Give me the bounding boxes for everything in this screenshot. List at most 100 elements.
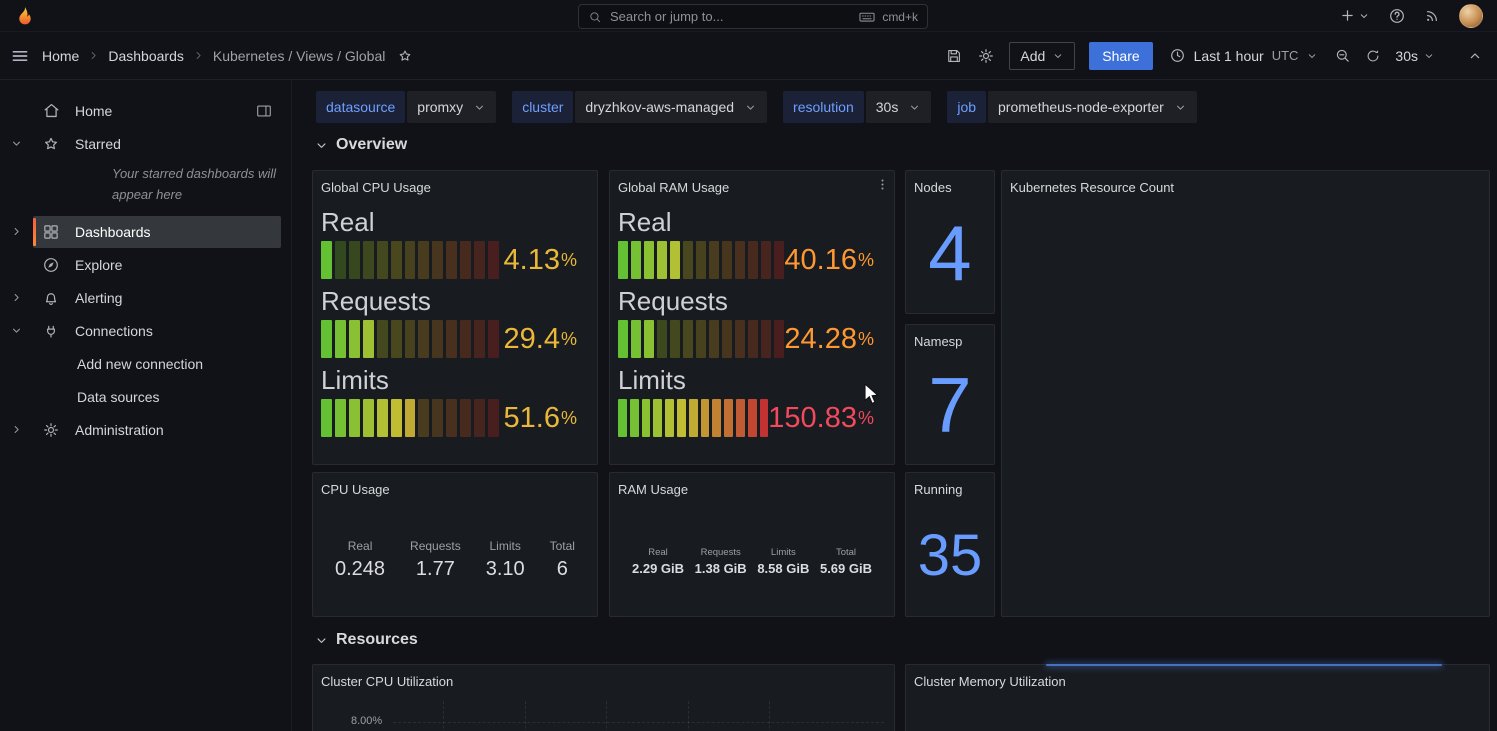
sidebar-item-dashboards[interactable]: Dashboards	[33, 216, 281, 248]
keyboard-icon	[858, 8, 876, 26]
panel-title-text: CPU Usage	[321, 482, 390, 497]
panel-title[interactable]: Global RAM Usage	[610, 171, 894, 199]
stat-value-namespaces: 7	[906, 353, 994, 458]
bar-gauge	[618, 241, 784, 279]
caret-down-icon	[1174, 101, 1187, 114]
sidebar: Home Starred Your starred dashboards wil…	[0, 80, 291, 731]
chevron-down-icon	[314, 138, 329, 153]
refresh-button[interactable]	[1365, 48, 1381, 64]
gauge-value: 4.13%	[499, 241, 577, 279]
sidebar-item-label: Data sources	[77, 389, 159, 405]
panel-cluster-memory-utilization: Cluster Memory Utilization	[905, 664, 1490, 731]
variable-cluster-dropdown[interactable]: dryzhkov-aws-managed	[575, 91, 767, 123]
sidebar-item-label: Administration	[75, 422, 164, 438]
panel-title-text: RAM Usage	[618, 482, 688, 497]
breadcrumb-current: Kubernetes / Views / Global	[213, 48, 386, 64]
caret-down-icon	[1306, 50, 1318, 62]
chevron-down-icon	[10, 324, 23, 337]
panel-title[interactable]: Nodes	[906, 171, 994, 199]
news-button[interactable]	[1424, 7, 1441, 24]
gauge-value: 29.4%	[499, 320, 577, 358]
refresh-interval-picker[interactable]: 30s	[1395, 48, 1435, 64]
panel-title[interactable]: Cluster CPU Utilization	[313, 665, 894, 693]
panel-title-text: Cluster CPU Utilization	[321, 674, 453, 689]
panel-title[interactable]: Running	[906, 473, 994, 501]
expand-administration-button[interactable]	[0, 423, 33, 436]
chevron-right-icon	[10, 291, 23, 304]
stat-label: Requests	[410, 539, 461, 553]
variable-job: job prometheus-node-exporter	[947, 91, 1196, 123]
new-menu-button[interactable]	[1339, 7, 1370, 24]
variable-datasource: datasource promxy	[316, 91, 496, 123]
gauge-value: 40.16%	[784, 241, 874, 279]
sidebar-item-connections[interactable]: Connections	[33, 315, 281, 347]
variable-job-dropdown[interactable]: prometheus-node-exporter	[988, 91, 1197, 123]
mega-menu-button[interactable]	[10, 46, 30, 66]
variable-value: 30s	[876, 99, 899, 115]
stat-value: 6	[550, 558, 575, 581]
gauge-value: 150.83%	[768, 399, 874, 437]
add-panel-button[interactable]: Add	[1009, 42, 1075, 70]
collapse-starred-button[interactable]	[0, 137, 33, 150]
variable-value: dryzhkov-aws-managed	[585, 99, 734, 115]
share-button[interactable]: Share	[1089, 42, 1152, 70]
search-input[interactable]: Search or jump to... cmd+k	[578, 4, 928, 29]
time-range-picker[interactable]: Last 1 hour UTC	[1167, 47, 1321, 64]
panel-title-text: Nodes	[914, 180, 952, 195]
user-avatar[interactable]	[1459, 4, 1483, 28]
panel-menu-button[interactable]	[875, 177, 890, 192]
zoom-out-icon	[1334, 47, 1351, 64]
grafana-logo-icon[interactable]	[14, 5, 36, 27]
stats-row: Real0.248 Requests1.77 Limits3.10 Total6	[335, 539, 575, 581]
gridline	[393, 722, 884, 723]
panel-title[interactable]: RAM Usage	[610, 473, 894, 501]
chevron-down-icon	[314, 633, 329, 648]
panel-title[interactable]: Global CPU Usage	[313, 171, 597, 199]
stat-value-running: 35	[906, 501, 994, 610]
gauge-label: Requests	[618, 282, 874, 320]
panel-namespaces: Namesp 7	[905, 324, 995, 465]
variable-resolution-dropdown[interactable]: 30s	[866, 91, 932, 123]
panel-title[interactable]: Cluster Memory Utilization	[906, 665, 1489, 693]
help-button[interactable]	[1388, 7, 1406, 25]
variable-value: prometheus-node-exporter	[998, 99, 1164, 115]
sidebar-item-starred[interactable]: Starred	[33, 128, 281, 160]
caret-down-icon	[744, 101, 757, 114]
dashboard-settings-button[interactable]	[977, 47, 995, 65]
save-dashboard-button[interactable]	[945, 47, 963, 65]
gauge-label: Real	[618, 203, 874, 241]
sidebar-item-administration[interactable]: Administration	[33, 414, 281, 446]
sidebar-item-explore[interactable]: Explore	[33, 249, 281, 281]
sidebar-item-add-new-connection[interactable]: Add new connection	[33, 348, 281, 380]
stat-label: Limits	[757, 547, 809, 558]
section-row-overview[interactable]: Overview	[314, 136, 407, 154]
collapse-toolbar-button[interactable]	[1467, 48, 1483, 64]
sidebar-item-alerting[interactable]: Alerting	[33, 282, 281, 314]
top-navbar: Search or jump to... cmd+k	[0, 0, 1497, 32]
panel-title[interactable]: CPU Usage	[313, 473, 597, 501]
collapse-connections-button[interactable]	[0, 324, 33, 337]
panel-global-ram-usage: Global RAM Usage Real 40.16% Requests 24…	[609, 170, 895, 465]
breadcrumb-home[interactable]: Home	[42, 48, 79, 64]
sidebar-item-home[interactable]: Home	[33, 95, 281, 127]
panel-title-text: Namesp	[914, 334, 962, 349]
gauge-value: 24.28%	[784, 320, 874, 358]
zoom-out-time-button[interactable]	[1334, 47, 1351, 64]
dock-sidebar-button[interactable]	[255, 102, 273, 120]
caret-down-icon	[1423, 50, 1435, 62]
section-row-resources[interactable]: Resources	[314, 631, 418, 649]
sidebar-item-data-sources[interactable]: Data sources	[33, 381, 281, 413]
time-range-label: Last 1 hour	[1194, 48, 1264, 64]
breadcrumb-dashboards[interactable]: Dashboards	[108, 48, 184, 64]
expand-alerting-button[interactable]	[0, 291, 33, 304]
variable-datasource-dropdown[interactable]: promxy	[407, 91, 496, 123]
panel-title[interactable]: Kubernetes Resource Count	[1002, 171, 1489, 199]
sidebar-item-label: Explore	[75, 257, 122, 273]
expand-dashboards-button[interactable]	[0, 225, 33, 238]
stat-value: 2.29 GiB	[632, 561, 684, 576]
favorite-dashboard-button[interactable]	[397, 48, 413, 64]
variable-label: job	[947, 91, 986, 123]
panel-title[interactable]: Namesp	[906, 325, 994, 353]
gridline	[525, 701, 526, 731]
variable-value: promxy	[417, 99, 463, 115]
